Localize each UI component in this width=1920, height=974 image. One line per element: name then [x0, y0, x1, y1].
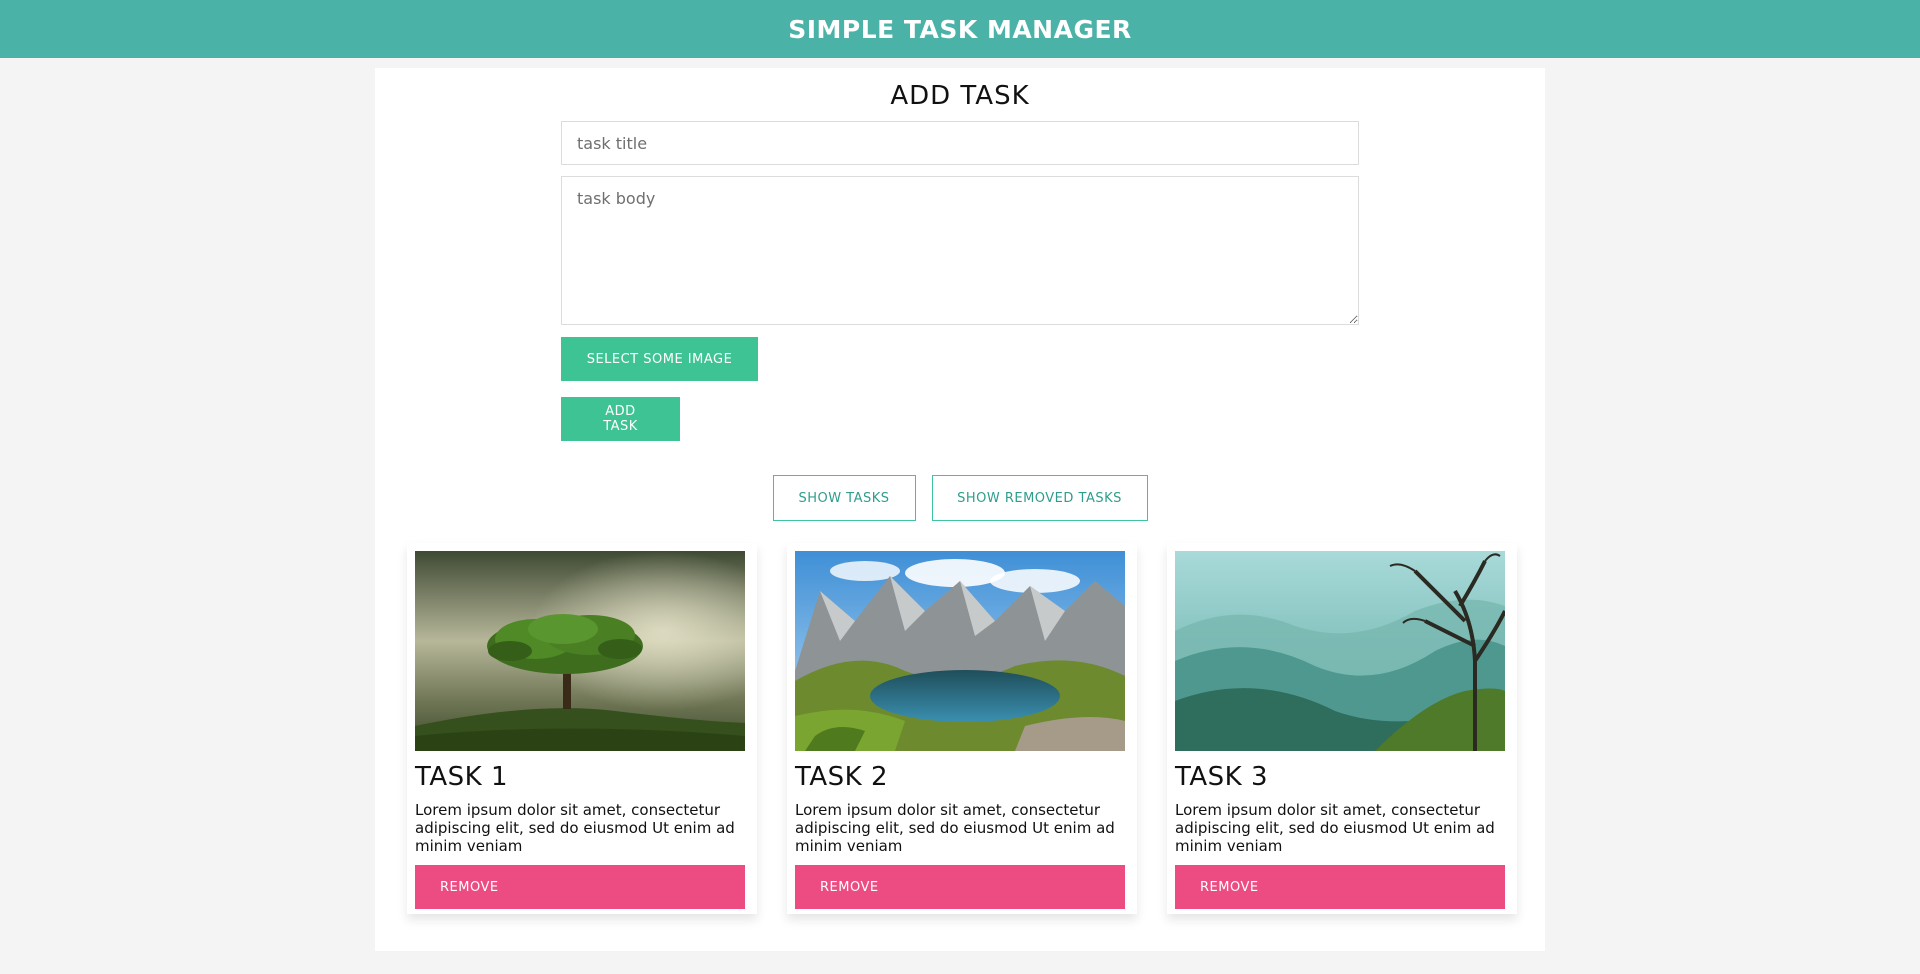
task-body-textarea[interactable] — [561, 176, 1359, 325]
remove-task-button[interactable]: REMOVE — [795, 865, 1125, 909]
add-task-button[interactable]: ADD TASK — [561, 397, 680, 441]
show-removed-tasks-button[interactable]: SHOW REMOVED TASKS — [931, 475, 1148, 521]
remove-task-button[interactable]: REMOVE — [415, 865, 745, 909]
main-panel: ADD TASK SELECT SOME IMAGE ADD TASK SHOW… — [375, 68, 1545, 951]
task-image — [415, 551, 745, 751]
task-card: TASK 2 Lorem ipsum dolor sit amet, conse… — [787, 543, 1137, 914]
task-image — [795, 551, 1125, 751]
task-card: TASK 1 Lorem ipsum dolor sit amet, conse… — [407, 543, 757, 914]
task-body: Lorem ipsum dolor sit amet, consectetur … — [1175, 801, 1495, 855]
add-task-heading: ADD TASK — [890, 81, 1030, 111]
task-image — [1175, 551, 1505, 751]
task-title-input[interactable] — [561, 121, 1359, 165]
add-task-form: ADD TASK SELECT SOME IMAGE ADD TASK — [561, 68, 1359, 441]
select-image-button[interactable]: SELECT SOME IMAGE — [561, 337, 758, 381]
task-title: TASK 1 — [415, 762, 509, 792]
remove-task-button[interactable]: REMOVE — [1175, 865, 1505, 909]
show-tasks-button[interactable]: SHOW TASKS — [772, 475, 916, 521]
task-body: Lorem ipsum dolor sit amet, consectetur … — [415, 801, 735, 855]
app-header: SIMPLE TASK MANAGER — [0, 0, 1920, 58]
task-title: TASK 3 — [1175, 762, 1269, 792]
task-card: TASK 3 Lorem ipsum dolor sit amet, conse… — [1167, 543, 1517, 914]
app-title: SIMPLE TASK MANAGER — [788, 14, 1132, 44]
task-card-list: TASK 1 Lorem ipsum dolor sit amet, conse… — [407, 543, 1517, 914]
task-view-toggles: SHOW TASKS SHOW REMOVED TASKS — [375, 475, 1545, 521]
task-title: TASK 2 — [795, 762, 889, 792]
task-body: Lorem ipsum dolor sit amet, consectetur … — [795, 801, 1115, 855]
